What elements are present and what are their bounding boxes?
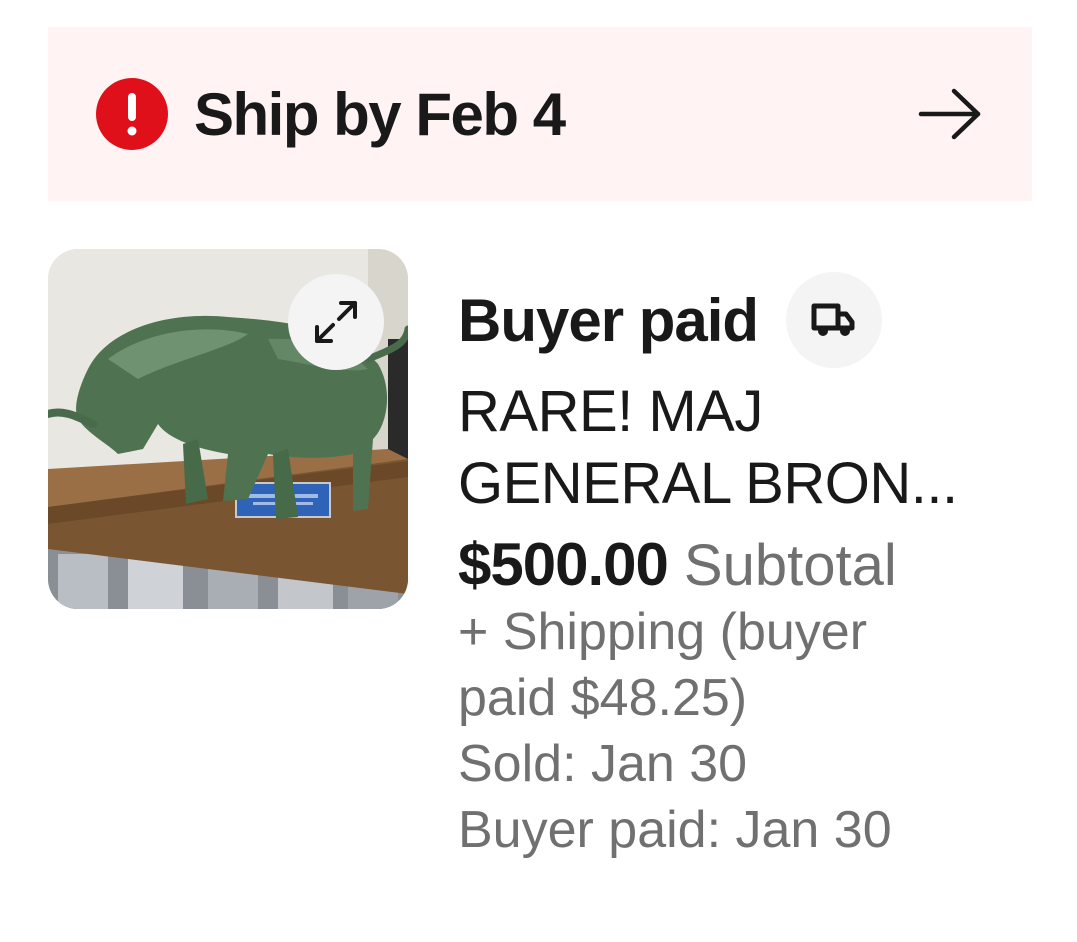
- sold-date: Sold: Jan 30: [458, 735, 748, 793]
- price-row: $500.00 Subtotal: [458, 530, 1058, 599]
- ship-by-banner[interactable]: Ship by Feb 4: [48, 27, 1032, 201]
- item-details: Buyer paid RARE! MAJ GENERAL BRON... $50…: [458, 270, 1058, 863]
- order-status: Buyer paid: [458, 286, 759, 354]
- ship-by-text: Ship by Feb 4: [194, 80, 566, 148]
- expand-icon: [315, 301, 357, 343]
- exclamation-icon: [96, 78, 168, 150]
- expand-image-button[interactable]: [288, 274, 384, 370]
- item-title[interactable]: RARE! MAJ GENERAL BRON...: [458, 376, 1028, 520]
- buyer-paid-date: Buyer paid: Jan 30: [458, 801, 892, 859]
- status-row: Buyer paid: [458, 270, 1058, 370]
- shipping-info: + Shipping (buyer paid $48.25): [458, 603, 868, 727]
- price-label: Subtotal: [683, 533, 897, 598]
- arrow-right-icon[interactable]: [918, 82, 982, 146]
- truck-icon: [786, 272, 883, 368]
- item-price: $500.00: [458, 531, 669, 598]
- item-thumbnail[interactable]: [48, 249, 408, 609]
